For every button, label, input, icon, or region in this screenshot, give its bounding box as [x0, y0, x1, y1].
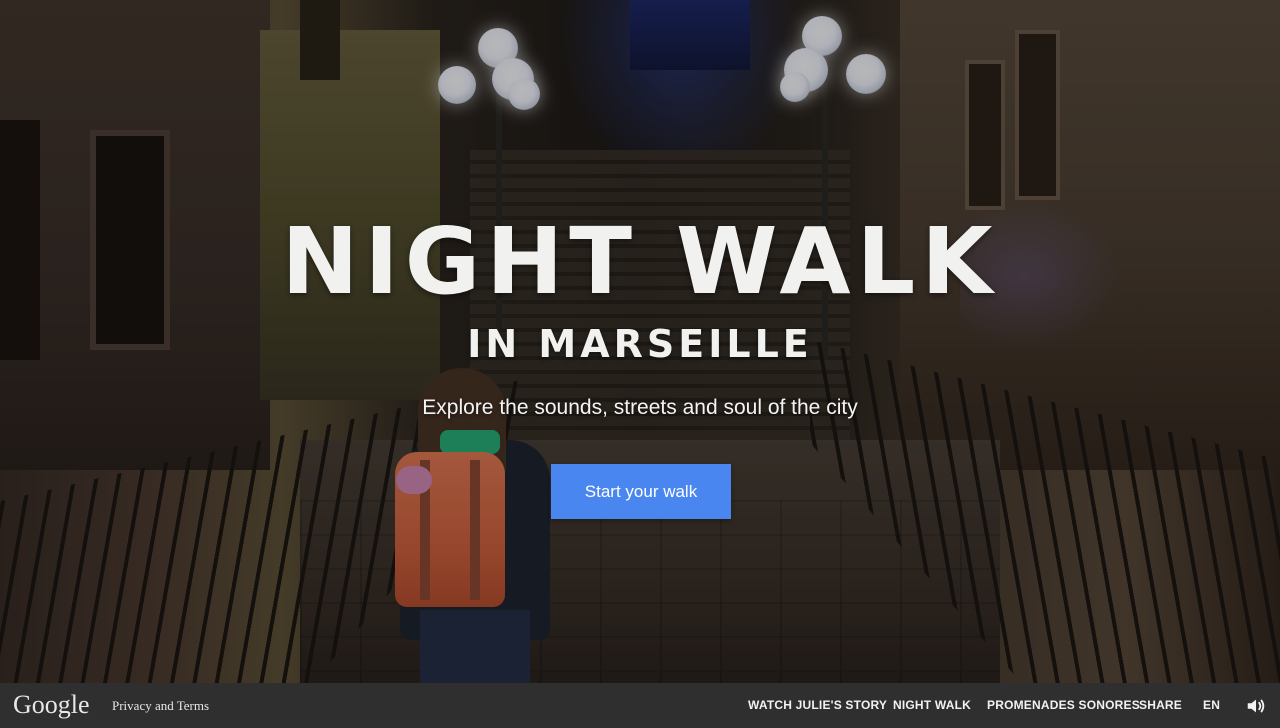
page-subtitle: IN MARSEILLE — [467, 322, 813, 366]
start-walk-button[interactable]: Start your walk — [551, 464, 731, 519]
hero-content: NIGHT WALK IN MARSEILLE Explore the soun… — [0, 0, 1280, 683]
nav-share[interactable]: SHARE — [1139, 698, 1182, 712]
nav-promenades-sonores[interactable]: PROMENADES SONORES — [987, 698, 1140, 712]
tagline: Explore the sounds, streets and soul of … — [422, 396, 858, 419]
google-logo[interactable]: Google — [13, 690, 90, 720]
page-title: NIGHT WALK — [281, 208, 999, 315]
privacy-terms-link[interactable]: Privacy and Terms — [112, 698, 209, 714]
nav-watch-story[interactable]: WATCH JULIE'S STORY — [748, 698, 887, 712]
language-selector[interactable]: EN — [1203, 698, 1220, 712]
speaker-icon[interactable] — [1245, 695, 1267, 717]
footer-bar: Google Privacy and Terms WATCH JULIE'S S… — [0, 683, 1280, 728]
nav-night-walk[interactable]: NIGHT WALK — [893, 698, 971, 712]
